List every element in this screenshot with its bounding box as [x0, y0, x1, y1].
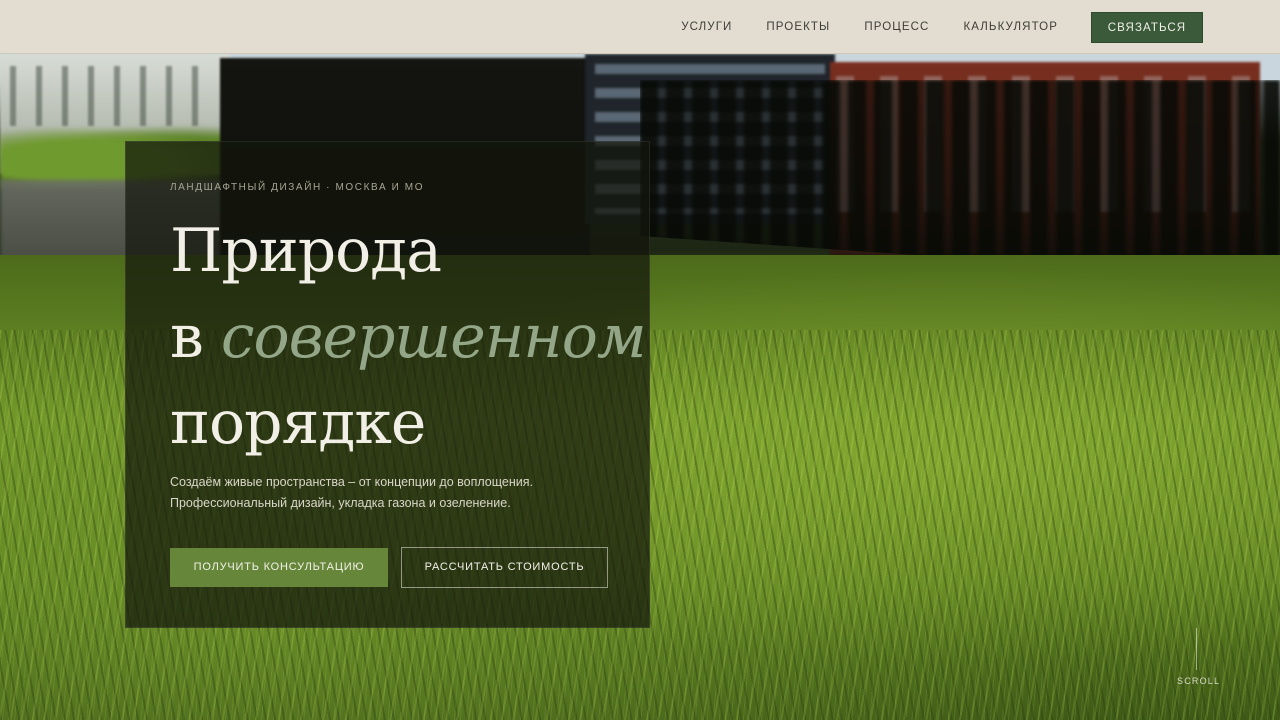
main-nav: Услуги Проекты Процесс Калькулятор Связа…: [664, 0, 1203, 54]
headline-line-2-prefix: в: [170, 302, 221, 372]
scroll-indicator-line: [1196, 628, 1197, 670]
hero-headline: Природа в совершенном порядке: [170, 208, 647, 466]
hero-subtitle: Создаём живые пространства – от концепци…: [170, 472, 610, 514]
headline-line-1: Природа: [170, 216, 442, 286]
calculate-cost-button[interactable]: Рассчитать стоимость: [401, 547, 608, 588]
hero-eyebrow: Ландшафтный дизайн · Москва и МО: [170, 182, 425, 193]
hero-panel: Ландшафтный дизайн · Москва и МО Природа…: [125, 141, 650, 628]
site-header: Услуги Проекты Процесс Калькулятор Связа…: [0, 0, 1280, 54]
contact-button[interactable]: Связаться: [1091, 11, 1203, 43]
get-consultation-button[interactable]: Получить консультацию: [170, 548, 388, 587]
nav-link-calculator[interactable]: Калькулятор: [946, 0, 1075, 54]
headline-line-3: порядке: [170, 388, 426, 458]
scroll-indicator-label[interactable]: Scroll: [1177, 676, 1220, 686]
background-fence: [640, 80, 1280, 280]
nav-link-services[interactable]: Услуги: [664, 0, 749, 54]
subtitle-line-1: Создаём живые пространства – от концепци…: [170, 475, 533, 489]
headline-accent: совершенном: [220, 302, 647, 372]
subtitle-line-2: Профессиональный дизайн, укладка газона …: [170, 496, 511, 510]
headline-line-2: в совершенном: [170, 294, 647, 380]
nav-link-projects[interactable]: Проекты: [749, 0, 847, 54]
nav-link-process[interactable]: Процесс: [847, 0, 946, 54]
